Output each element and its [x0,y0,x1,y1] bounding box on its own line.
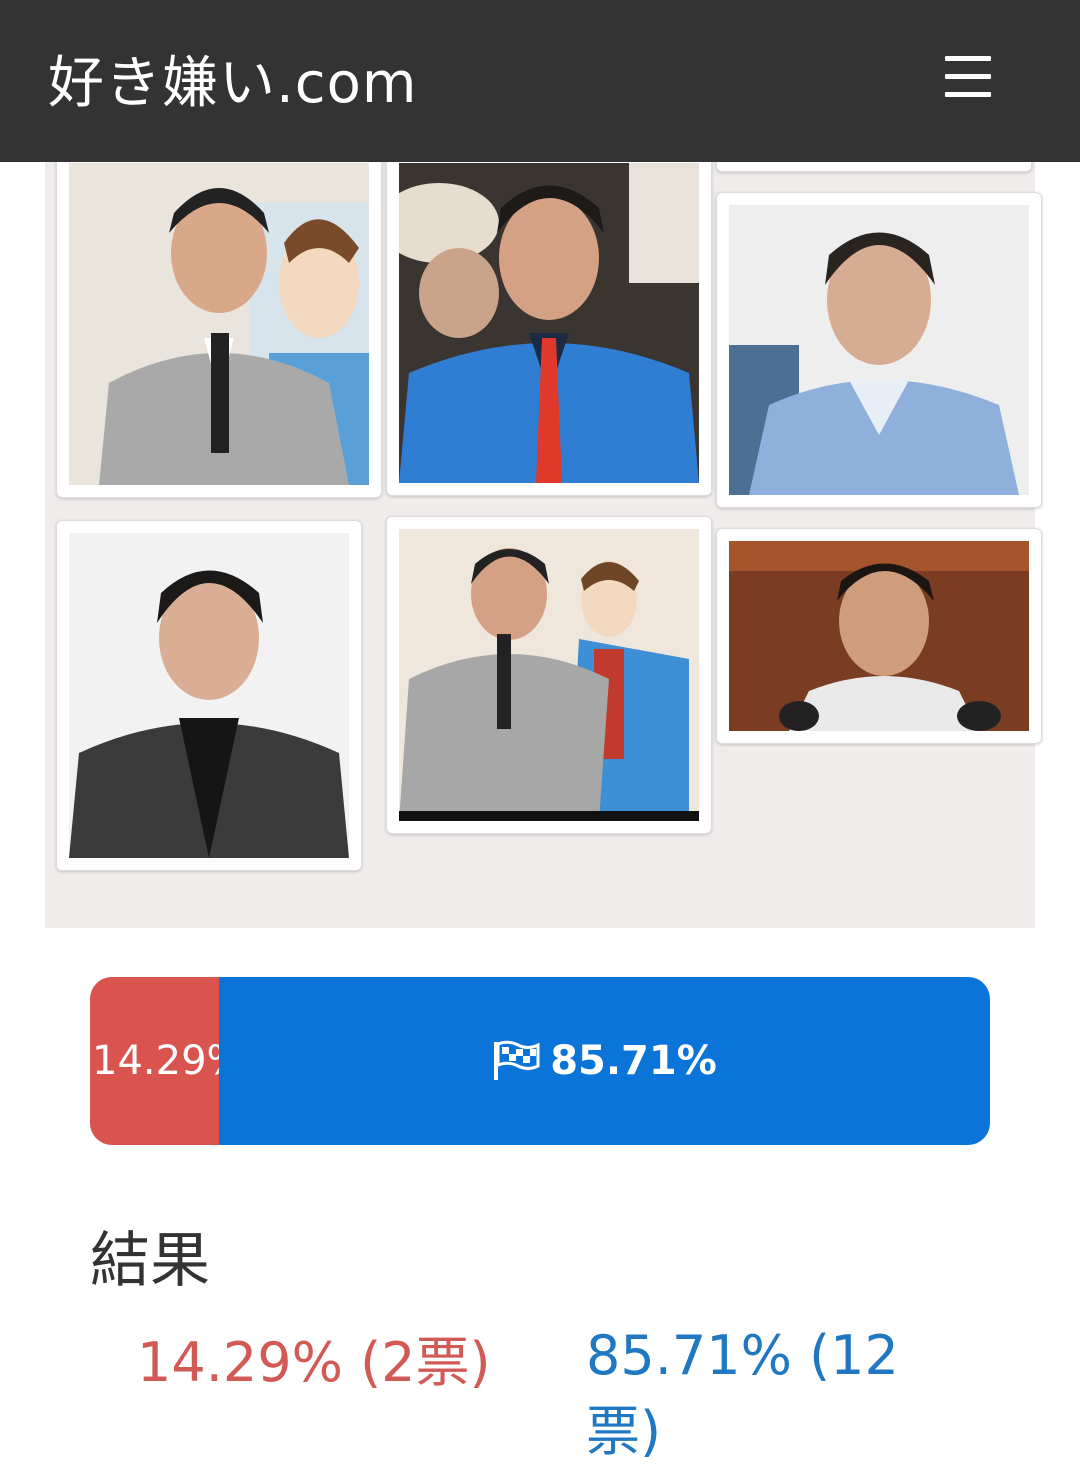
portrait-photo [69,533,349,858]
like-result-text: 85.71% (12票) [586,1324,899,1463]
dislike-percent-label: 14.29% [92,1038,219,1084]
result-heading: 結果 [90,1226,210,1296]
like-percent-label: 85.71% [550,1038,717,1084]
portrait-photo [729,541,1029,731]
portrait-photo [399,163,699,483]
photo-card-1[interactable] [56,150,382,498]
vote-result-bar: 14.29% 85.71% [90,977,990,1145]
checkered-flag-icon [494,1040,540,1080]
photo-card-3[interactable] [716,192,1042,508]
site-header: 好き嫌い.com [0,0,1080,162]
photo-card-2[interactable] [386,150,712,496]
photo-card-4[interactable] [56,520,362,871]
dislike-bar-segment[interactable]: 14.29% [90,977,219,1145]
photo-card-6[interactable] [716,528,1042,744]
portrait-photo [399,529,699,821]
like-bar-segment[interactable]: 85.71% [219,977,990,1145]
dislike-result-text: 14.29% (2票) [137,1331,491,1394]
site-title[interactable]: 好き嫌い.com [48,38,417,119]
hamburger-menu-icon[interactable] [938,50,998,106]
photo-card-5[interactable] [386,516,712,834]
portrait-photo [729,205,1029,495]
portrait-photo [69,163,369,485]
